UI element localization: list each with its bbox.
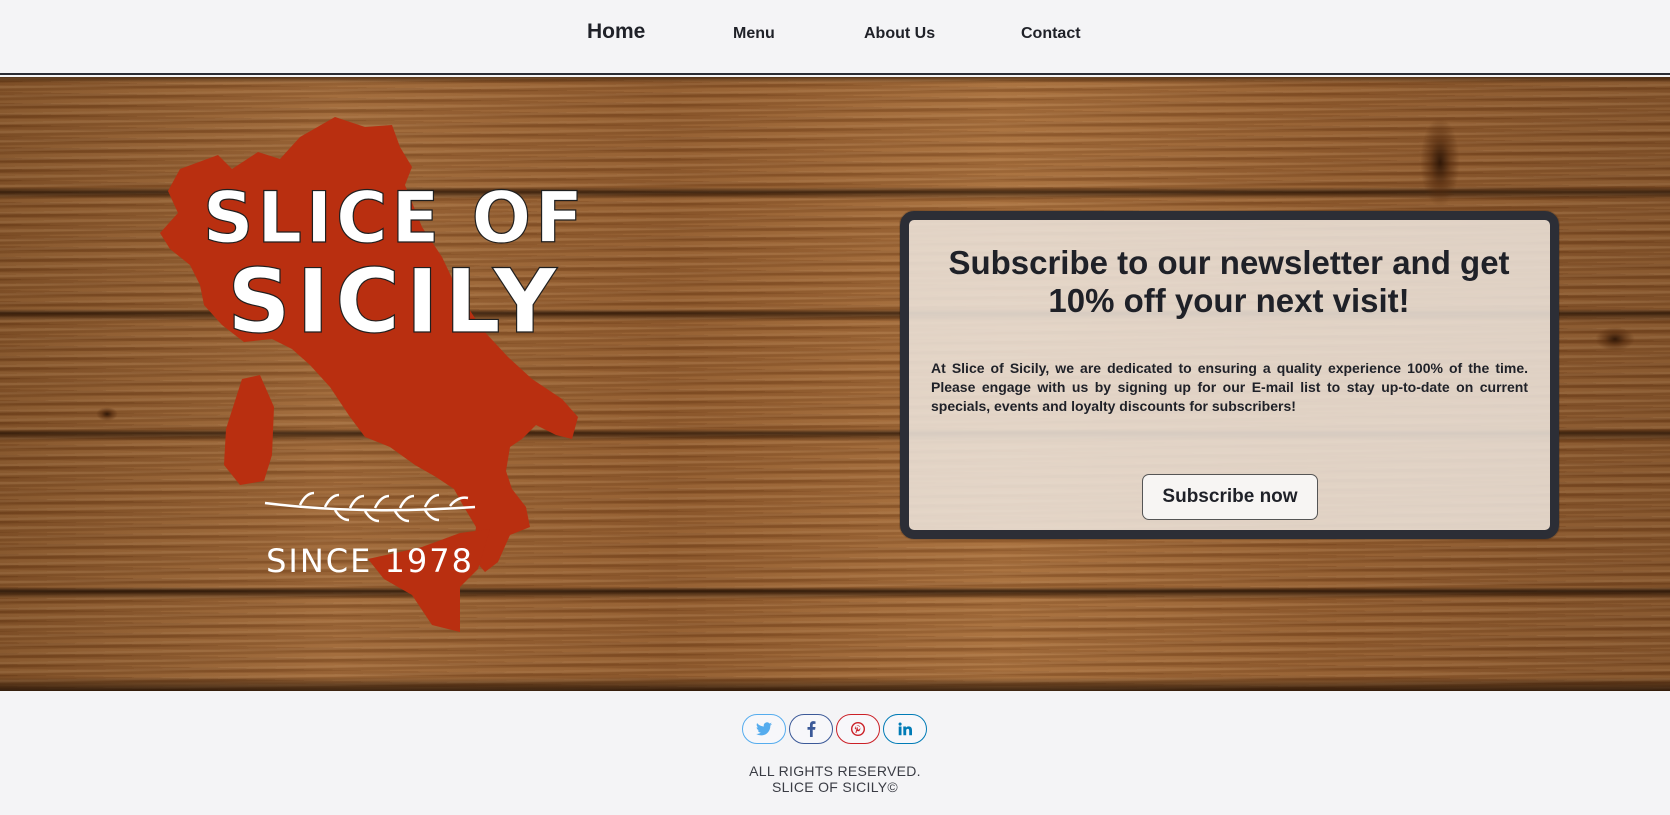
newsletter-title-line2: 10% off your next visit!: [1048, 282, 1410, 319]
logo-since-text: SINCE 1978: [266, 542, 474, 580]
linkedin-icon: [898, 722, 912, 736]
wood-knot: [1420, 117, 1460, 207]
sardinia-shape: [224, 375, 274, 485]
twitter-icon: [756, 722, 772, 736]
newsletter-title-line1: Subscribe to our newsletter and get: [948, 244, 1510, 281]
newsletter-card: Subscribe to our newsletter and get 10% …: [900, 211, 1559, 539]
logo-slice-of-text: SLICE OF: [203, 177, 587, 259]
newsletter-title: Subscribe to our newsletter and get 10% …: [939, 244, 1519, 320]
twitter-link[interactable]: [742, 714, 786, 744]
facebook-link[interactable]: [789, 714, 833, 744]
nav-item-contact[interactable]: Contact: [1021, 24, 1081, 44]
linkedin-link[interactable]: [883, 714, 927, 744]
nav-item-home[interactable]: Home: [587, 21, 645, 42]
olive-branch-icon: [264, 491, 476, 523]
facebook-icon: [807, 721, 815, 737]
newsletter-description: At Slice of Sicily, we are dedicated to …: [931, 360, 1528, 414]
pinterest-icon: [851, 722, 865, 736]
nav-item-menu[interactable]: Menu: [733, 24, 775, 44]
social-links: [742, 714, 928, 744]
footer-rights-text: ALL RIGHTS RESERVED.: [749, 763, 921, 779]
top-navigation: Home Menu About Us Contact: [0, 0, 1670, 75]
wood-knot: [96, 407, 118, 421]
wood-knot: [1595, 327, 1635, 351]
slice-of-sicily-logo: SICILY SINCE 1978 SLICE OF: [160, 117, 587, 632]
logo-sicily-text: SICILY: [227, 250, 563, 353]
pinterest-link[interactable]: [836, 714, 880, 744]
subscribe-now-button[interactable]: Subscribe now: [1142, 474, 1318, 520]
footer-copyright-text: SLICE OF SICILY©: [771, 779, 899, 795]
nav-item-about-us[interactable]: About Us: [864, 24, 935, 44]
hero-section: SICILY SINCE 1978 SLICE OF Subscribe to …: [0, 77, 1670, 691]
